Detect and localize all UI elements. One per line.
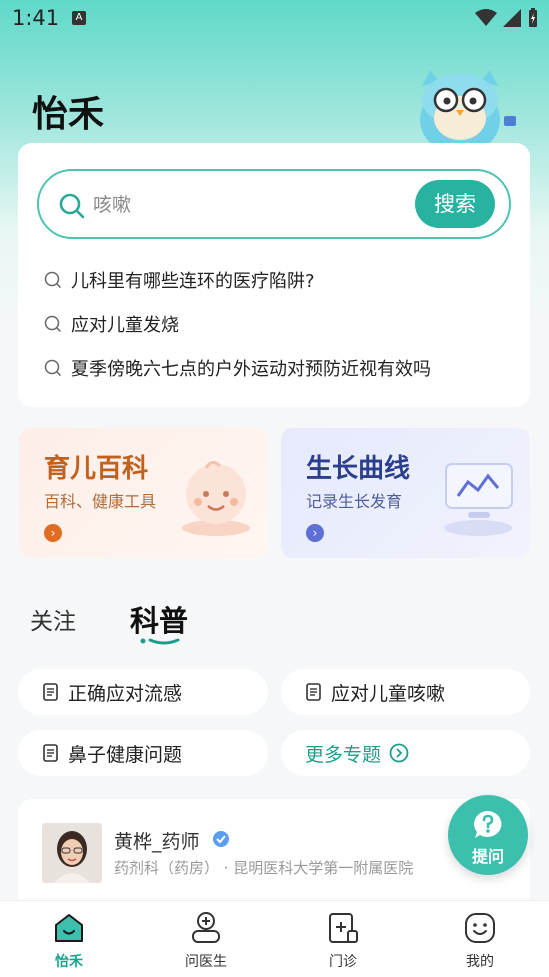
chevron-right-circle-icon [389, 743, 409, 763]
feature-subtitle: 百科、健康工具 [44, 492, 157, 511]
topic-label: 正确应对流感 [68, 682, 183, 705]
feature-title: 育儿百科 [44, 454, 149, 484]
topic-chip[interactable]: 正确应对流感 [18, 669, 268, 715]
growth-chart-monitor-icon [444, 463, 513, 536]
nav-label: 问医生 [185, 954, 227, 970]
battery-icon [529, 8, 537, 27]
nav-label: 我的 [466, 954, 494, 970]
search-icon [44, 315, 62, 333]
suggestion-item[interactable]: 夏季傍晚六七点的户外运动对预防近视有效吗 [44, 355, 431, 381]
nav-label: 门诊 [329, 954, 357, 970]
suggestion-item[interactable]: 儿科里有哪些连环的医疗陷阱? [44, 267, 315, 293]
question-bubble-icon [474, 811, 502, 838]
topic-label: 鼻子健康问题 [68, 743, 183, 766]
suggestion-text: 儿科里有哪些连环的医疗陷阱? [71, 271, 315, 292]
tab-follow[interactable]: 关注 [30, 602, 76, 636]
search-icon [59, 193, 85, 219]
verified-badge-icon [213, 831, 229, 847]
more-topics-button[interactable]: 更多专题 [281, 730, 530, 776]
document-icon [43, 683, 58, 701]
nav-label: 怡禾 [55, 954, 83, 970]
home-icon [55, 914, 83, 942]
ask-question-button[interactable]: 提问 [448, 795, 528, 875]
avatar [42, 823, 102, 883]
suggestion-text: 夏季傍晚六七点的户外运动对预防近视有效吗 [71, 359, 431, 380]
baby-face-icon [182, 461, 250, 536]
owl-mascot-icon [420, 70, 516, 150]
clinic-icon [329, 913, 358, 943]
signal-icon [503, 9, 521, 27]
growth-curve-card[interactable]: 生长曲线 记录生长发育 › [281, 428, 530, 558]
document-icon [43, 744, 58, 762]
notification-badge: A [72, 11, 86, 25]
feature-subtitle: 记录生长发育 [306, 492, 403, 511]
app-title: 怡禾 [32, 94, 105, 135]
suggestion-item[interactable]: 应对儿童发烧 [44, 311, 179, 337]
smiley-profile-icon [465, 913, 495, 943]
feature-title: 生长曲线 [306, 454, 411, 484]
status-icons [475, 8, 539, 28]
status-time: 1:41 [12, 6, 60, 30]
search-icon [44, 359, 62, 377]
doctor-name: 黄桦_药师 [114, 831, 200, 853]
tab-science[interactable]: 科普 [130, 598, 188, 640]
nav-item-clinic[interactable]: 门诊 [303, 911, 383, 971]
search-button[interactable]: 搜索 [415, 180, 495, 228]
topic-chip[interactable]: 应对儿童咳嗽 [281, 669, 530, 715]
doctor-icon [192, 912, 220, 943]
search-card: 搜索 儿科里有哪些连环的医疗陷阱? 应对儿童发烧 夏季傍晚六七点的户外运动对预防… [18, 143, 530, 407]
nav-item-profile[interactable]: 我的 [440, 911, 520, 971]
topic-chip[interactable]: 鼻子健康问题 [18, 730, 268, 776]
parenting-encyclopedia-card[interactable]: 育儿百科 百科、健康工具 › [19, 428, 268, 558]
chevron-right-icon: › [306, 524, 324, 542]
topic-label: 应对儿童咳嗽 [331, 682, 446, 705]
document-icon [306, 683, 321, 701]
bottom-navigation: 怡禾 问医生 门诊 我的 [0, 900, 549, 977]
doctor-department: 药剂科（药房） · 昆明医科大学第一附属医院 [114, 859, 414, 877]
nav-item-home[interactable]: 怡禾 [29, 911, 109, 971]
ask-question-label: 提问 [471, 847, 504, 866]
search-icon [44, 271, 62, 289]
more-topics-label: 更多专题 [305, 743, 382, 766]
search-input[interactable] [91, 189, 355, 221]
wifi-icon [475, 9, 497, 26]
suggestion-text: 应对儿童发烧 [71, 315, 179, 336]
nav-item-ask-doctor[interactable]: 问医生 [166, 911, 246, 971]
status-bar: 1:41 A [0, 0, 549, 38]
chevron-right-icon: › [44, 524, 62, 542]
search-box[interactable]: 搜索 [37, 169, 511, 239]
tab-active-indicator [140, 638, 180, 645]
